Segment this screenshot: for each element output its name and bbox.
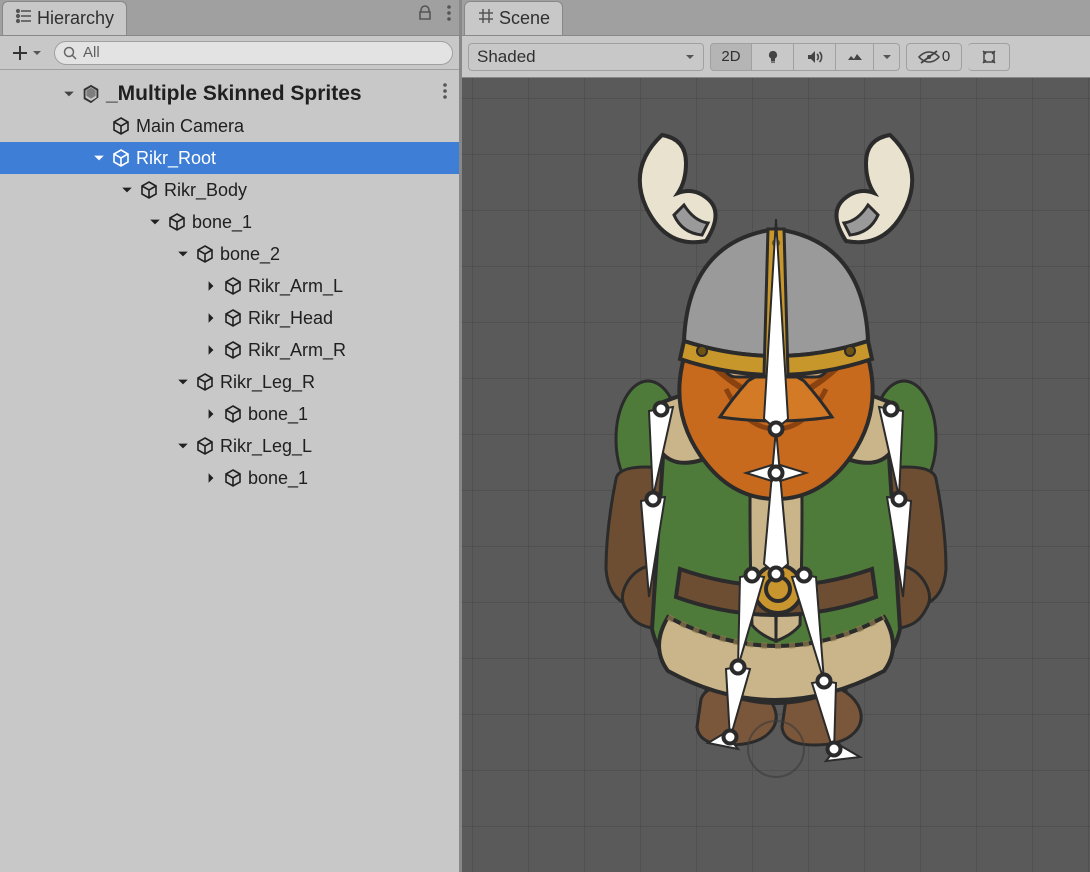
foldout-icon[interactable]	[176, 375, 190, 389]
gameobject-name: bone_2	[220, 244, 280, 265]
foldout-icon[interactable]	[204, 311, 218, 325]
create-button[interactable]	[6, 41, 46, 65]
hierarchy-row[interactable]: Rikr_Leg_R	[0, 366, 459, 398]
gameobject-name: Main Camera	[136, 116, 244, 137]
hierarchy-panel: Hierarchy All	[0, 0, 462, 872]
hierarchy-row[interactable]: bone_1	[0, 398, 459, 430]
foldout-icon[interactable]	[120, 183, 134, 197]
context-menu-icon[interactable]	[445, 4, 453, 27]
search-placeholder: All	[83, 44, 100, 61]
gameobject-icon	[222, 307, 244, 329]
hidden-objects-button[interactable]: 0	[906, 43, 962, 71]
hierarchy-row[interactable]: Main Camera	[0, 110, 459, 142]
hierarchy-row[interactable]: bone_1	[0, 206, 459, 238]
foldout-icon[interactable]	[204, 471, 218, 485]
gameobject-name: Rikr_Head	[248, 308, 333, 329]
scene-panel: Scene Shaded 2D	[462, 0, 1090, 872]
hierarchy-tree[interactable]: _Multiple Skinned Sprites Main Camera Rik…	[0, 70, 459, 872]
foldout-icon[interactable]	[148, 215, 162, 229]
foldout-icon[interactable]	[62, 87, 76, 101]
unity-logo-icon	[80, 83, 102, 105]
gameobject-icon	[222, 403, 244, 425]
gameobject-name: Rikr_Leg_L	[220, 436, 312, 457]
foldout-icon[interactable]	[204, 407, 218, 421]
gameobject-name: Rikr_Arm_R	[248, 340, 346, 361]
gameobject-icon	[194, 435, 216, 457]
2d-toggle-button[interactable]: 2D	[710, 43, 752, 71]
foldout-icon[interactable]	[204, 279, 218, 293]
hierarchy-row[interactable]: Rikr_Body	[0, 174, 459, 206]
hierarchy-tab[interactable]: Hierarchy	[2, 1, 127, 35]
gameobject-icon	[110, 115, 132, 137]
foldout-icon[interactable]	[92, 151, 106, 165]
hierarchy-tab-controls	[417, 0, 459, 35]
hierarchy-row[interactable]: Rikr_Arm_L	[0, 270, 459, 302]
hierarchy-toolbar: All	[0, 36, 459, 70]
list-icon	[15, 7, 33, 30]
gameobject-name: bone_1	[192, 212, 252, 233]
search-input[interactable]: All	[54, 41, 453, 65]
lock-icon[interactable]	[417, 5, 433, 26]
scene-toolbar: Shaded 2D	[462, 36, 1090, 78]
effects-button[interactable]	[836, 43, 874, 71]
effects-dropdown-button[interactable]	[874, 43, 900, 71]
hierarchy-row[interactable]: Rikr_Head	[0, 302, 459, 334]
gameobject-icon	[222, 467, 244, 489]
gameobject-name: bone_1	[248, 404, 308, 425]
hierarchy-tab-strip: Hierarchy	[0, 0, 459, 36]
hierarchy-row[interactable]: Rikr_Arm_R	[0, 334, 459, 366]
hierarchy-row[interactable]: bone_1	[0, 462, 459, 494]
scene-viewport[interactable]	[462, 78, 1090, 872]
lighting-button[interactable]	[752, 43, 794, 71]
foldout-icon[interactable]	[176, 247, 190, 261]
gameobject-name: Rikr_Root	[136, 148, 216, 169]
scene-name: _Multiple Skinned Sprites	[106, 82, 362, 106]
gameobject-icon	[110, 147, 132, 169]
scene-menu-icon[interactable]	[441, 82, 449, 106]
gameobject-icon	[222, 339, 244, 361]
gameobject-icon	[194, 371, 216, 393]
gizmos-button[interactable]	[968, 43, 1010, 71]
gameobject-name: Rikr_Arm_L	[248, 276, 343, 297]
scene-row[interactable]: _Multiple Skinned Sprites	[0, 78, 459, 110]
gameobject-icon	[166, 211, 188, 233]
root: Hierarchy All	[0, 0, 1090, 872]
scene-tab-strip: Scene	[462, 0, 1090, 36]
gameobject-icon	[194, 243, 216, 265]
scene-tab-label: Scene	[499, 8, 550, 29]
gameobject-name: Rikr_Leg_R	[220, 372, 315, 393]
scene-view-icon	[477, 7, 495, 30]
foldout-icon[interactable]	[176, 439, 190, 453]
scene-tab[interactable]: Scene	[464, 1, 563, 35]
character-sprite[interactable]	[556, 109, 996, 809]
gameobject-name: bone_1	[248, 468, 308, 489]
hierarchy-row[interactable]: Rikr_Leg_L	[0, 430, 459, 462]
shading-mode-dropdown[interactable]: Shaded	[468, 43, 704, 71]
hierarchy-row[interactable]: Rikr_Root	[0, 142, 459, 174]
2d-label: 2D	[721, 48, 740, 65]
hidden-count: 0	[942, 48, 950, 65]
foldout-icon[interactable]	[204, 343, 218, 357]
gameobject-icon	[138, 179, 160, 201]
hierarchy-tab-label: Hierarchy	[37, 8, 114, 29]
audio-button[interactable]	[794, 43, 836, 71]
gameobject-icon	[222, 275, 244, 297]
shading-mode-label: Shaded	[477, 47, 536, 67]
hierarchy-row[interactable]: bone_2	[0, 238, 459, 270]
gameobject-name: Rikr_Body	[164, 180, 247, 201]
